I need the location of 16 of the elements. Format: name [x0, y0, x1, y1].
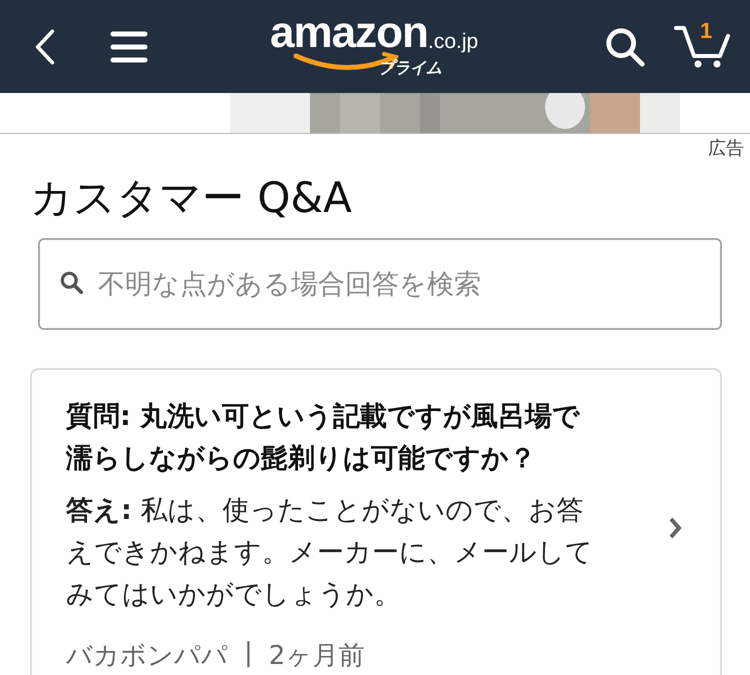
- search-field[interactable]: 不明な点がある場合回答を検索: [38, 238, 722, 330]
- search-icon: [60, 271, 84, 295]
- chevron-icon: [668, 516, 682, 540]
- ad-label: 広告: [708, 137, 744, 161]
- answer-text: 答え: 私は、使ったことがないので、お答えできかねます。メーカーに、メールしてみてはいかがでしょうか。: [66, 494, 594, 612]
- separator: |: [244, 638, 253, 670]
- section-title: カスタマー Q&A: [29, 172, 353, 224]
- post-time: 2ヶ月前: [268, 640, 364, 673]
- cart-button[interactable]: 1: [674, 24, 730, 70]
- menu-icon[interactable]: [110, 30, 148, 62]
- back-icon[interactable]: [34, 28, 56, 66]
- logo[interactable]: amazon.co.jp プライム: [270, 14, 490, 84]
- question-text: 質問: 丸洗い可という記載ですが風呂場で濡らしながらの髭剃りは可能ですか？: [66, 400, 582, 476]
- author-name: バカボンパパ: [66, 640, 228, 673]
- search-icon[interactable]: [604, 26, 646, 68]
- question-card[interactable]: 質問: 丸洗い可という記載ですが風呂場で濡らしながらの髭剃りは可能ですか？ 答え: 私は、使ったことがないので、お答えできかねます。メーカーに、メールしてみてはいかがでしょうか。 バカボンパパ | 2ヶ月前: [30, 368, 722, 675]
